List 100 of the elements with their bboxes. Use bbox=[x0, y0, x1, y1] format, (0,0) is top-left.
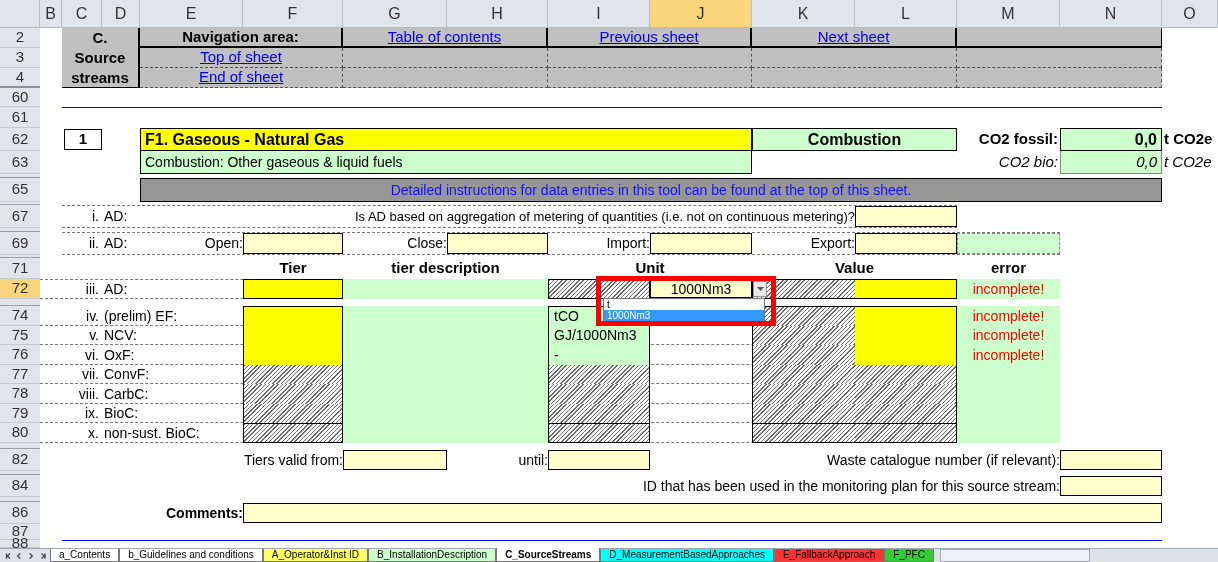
error-cell: incomplete! bbox=[957, 306, 1060, 326]
next-sheet-icon[interactable] bbox=[26, 551, 36, 560]
column-header[interactable]: H bbox=[447, 0, 548, 28]
input-field[interactable] bbox=[243, 233, 343, 254]
column-heading: Unit bbox=[634, 258, 666, 278]
field-label: until: bbox=[517, 450, 548, 470]
sheet-link[interactable]: Next sheet bbox=[817, 25, 890, 49]
row-header[interactable]: 3 bbox=[0, 48, 40, 68]
sheet-tab[interactable]: E_FallbackApproach bbox=[773, 549, 885, 562]
sheet-tab[interactable]: C_SourceStreams bbox=[496, 548, 601, 562]
value-cell[interactable] bbox=[855, 306, 957, 326]
row-header[interactable]: 82 bbox=[0, 449, 40, 471]
row-header[interactable]: 84 bbox=[0, 475, 40, 497]
column-header[interactable]: C bbox=[62, 0, 102, 28]
row-header[interactable]: 86 bbox=[0, 502, 40, 524]
answer-field[interactable] bbox=[855, 206, 957, 227]
row-header[interactable]: 63 bbox=[0, 151, 40, 174]
co2-unit: t CO2e bbox=[1163, 152, 1213, 173]
sheet-tab[interactable]: F_PFC bbox=[884, 549, 934, 562]
input-field[interactable] bbox=[447, 233, 548, 254]
row-numeral: i. bbox=[91, 207, 100, 226]
comments-field[interactable] bbox=[243, 503, 1162, 523]
row-numeral: ii. bbox=[87, 234, 100, 253]
sheet-link[interactable]: End of sheet bbox=[198, 66, 284, 89]
sheet-link[interactable]: Previous sheet bbox=[599, 25, 699, 49]
column-header[interactable]: F bbox=[243, 0, 343, 28]
row-header[interactable]: 72 bbox=[0, 279, 40, 299]
column-header[interactable]: M bbox=[957, 0, 1060, 28]
input-field[interactable] bbox=[548, 450, 650, 470]
row-label: AD: bbox=[103, 279, 129, 299]
row-header[interactable]: 65 bbox=[0, 178, 40, 202]
column-header[interactable]: B bbox=[40, 0, 62, 28]
unit-cell: - bbox=[548, 345, 650, 365]
row-label: NCV: bbox=[103, 326, 138, 345]
field-label: Waste catalogue number (if relevant): bbox=[826, 450, 1060, 470]
row-header[interactable]: 61 bbox=[0, 107, 40, 128]
tier-cell[interactable] bbox=[243, 345, 343, 365]
stream-name: F1. Gaseous - Natural Gas bbox=[140, 128, 752, 151]
value-cell[interactable] bbox=[855, 279, 957, 299]
row-header[interactable]: 2 bbox=[0, 28, 40, 48]
last-sheet-icon[interactable] bbox=[38, 551, 47, 560]
sheet-tab[interactable]: B_InstallationDescription bbox=[368, 549, 497, 562]
row-header[interactable]: 71 bbox=[0, 258, 40, 279]
co2-fossil-label: CO2 fossil: bbox=[977, 129, 1059, 150]
sheet-tab[interactable]: b_Guidelines and conditions bbox=[119, 549, 263, 562]
field-label: Close: bbox=[406, 234, 447, 253]
row-header[interactable]: 75 bbox=[0, 326, 40, 345]
sheet-tab[interactable]: a_Contents bbox=[50, 549, 120, 562]
row-header[interactable]: 4 bbox=[0, 68, 40, 88]
sheet-link[interactable]: Top of sheet bbox=[200, 46, 282, 69]
row-header[interactable]: 78 bbox=[0, 384, 40, 404]
sheet-tab[interactable]: A_Operator&Inst ID bbox=[262, 549, 369, 562]
input-field[interactable] bbox=[650, 233, 752, 254]
row-header[interactable]: 62 bbox=[0, 128, 40, 151]
section-title: C. Source streams bbox=[62, 28, 140, 88]
tier-cell[interactable] bbox=[243, 279, 343, 299]
column-header[interactable]: N bbox=[1060, 0, 1162, 28]
row-label: non-sust. BioC: bbox=[103, 423, 201, 443]
column-heading: tier description bbox=[390, 258, 501, 278]
row-label: CarbC: bbox=[103, 384, 150, 404]
column-heading: error bbox=[990, 258, 1027, 278]
row-label: AD: bbox=[103, 234, 129, 253]
row-header[interactable]: 80 bbox=[0, 423, 40, 443]
input-field[interactable] bbox=[855, 233, 957, 254]
column-header[interactable]: D bbox=[102, 0, 140, 28]
instructions-bar: Detailed instructions for data entries in this tool can be found at the top of this sheet. bbox=[140, 178, 1162, 202]
row-label: BioC: bbox=[103, 404, 140, 423]
column-header[interactable]: E bbox=[140, 0, 243, 28]
tier-cell[interactable] bbox=[243, 306, 343, 326]
column-header[interactable]: I bbox=[548, 0, 650, 28]
row-header[interactable]: 76 bbox=[0, 345, 40, 365]
row-header[interactable]: 74 bbox=[0, 306, 40, 326]
row-numeral: ix. bbox=[84, 404, 100, 423]
column-header[interactable]: O bbox=[1162, 0, 1218, 28]
input-field[interactable] bbox=[1060, 476, 1162, 496]
co2-bio-value: 0,0 bbox=[1060, 151, 1162, 174]
column-header[interactable]: G bbox=[343, 0, 447, 28]
co2-unit: t CO2e bbox=[1163, 129, 1214, 150]
co2-bio-label: CO2 bio: bbox=[997, 152, 1059, 173]
input-field[interactable] bbox=[343, 450, 447, 470]
horizontal-scrollbar[interactable] bbox=[939, 549, 1090, 562]
row-header[interactable]: 79 bbox=[0, 404, 40, 423]
row-numeral: viii. bbox=[77, 384, 100, 404]
input-field[interactable] bbox=[1060, 450, 1162, 470]
first-sheet-icon[interactable] bbox=[3, 551, 12, 560]
column-header[interactable]: K bbox=[752, 0, 855, 28]
column-header[interactable]: L bbox=[855, 0, 957, 28]
column-header[interactable]: J bbox=[650, 0, 752, 28]
row-numeral: vi. bbox=[84, 345, 100, 365]
row-header[interactable]: 60 bbox=[0, 88, 40, 107]
row-numeral: v. bbox=[88, 326, 100, 345]
row-header[interactable]: 69 bbox=[0, 232, 40, 255]
sheet-link[interactable]: Table of contents bbox=[387, 25, 502, 49]
sheet-tab[interactable]: D_MeasurementBasedApproaches bbox=[600, 549, 774, 562]
value-cell[interactable] bbox=[855, 345, 957, 365]
row-header[interactable]: 67 bbox=[0, 205, 40, 228]
row-numeral: iii. bbox=[84, 279, 100, 299]
row-header[interactable]: 77 bbox=[0, 365, 40, 384]
error-cell: incomplete! bbox=[957, 345, 1060, 365]
field-label: Comments: bbox=[165, 503, 243, 523]
